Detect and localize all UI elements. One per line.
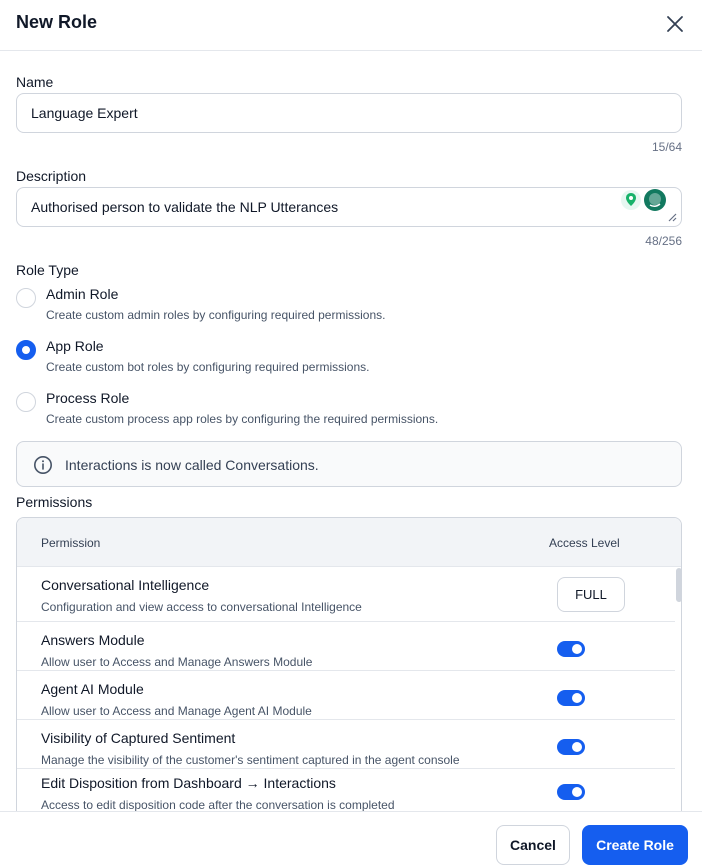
resize-handle-icon[interactable] <box>667 212 677 222</box>
chat-assistant-icon[interactable] <box>643 188 667 212</box>
table-row: Conversational Intelligence Configuratio… <box>17 567 675 622</box>
app-role-desc: Create custom bot roles by configuring r… <box>46 360 370 374</box>
cancel-button[interactable]: Cancel <box>496 825 570 865</box>
role-option-process[interactable]: Process Role Create custom process app r… <box>16 390 676 434</box>
captured-sentiment-toggle[interactable] <box>557 739 585 755</box>
permission-desc: Configuration and view access to convers… <box>41 600 362 614</box>
process-role-radio[interactable] <box>16 392 36 412</box>
permission-title: Edit Disposition from Dashboard → Intera… <box>41 775 336 791</box>
info-icon <box>34 456 52 474</box>
permissions-label: Permissions <box>16 494 93 510</box>
toggle-knob <box>572 644 582 654</box>
toggle-knob <box>572 787 582 797</box>
table-row: Visibility of Captured Sentiment Manage … <box>17 720 675 769</box>
agent-ai-module-toggle[interactable] <box>557 690 585 706</box>
name-label: Name <box>16 74 54 90</box>
table-row: Answers Module Allow user to Access and … <box>17 622 675 671</box>
role-type-label: Role Type <box>16 262 79 278</box>
location-pin-icon[interactable] <box>620 189 642 211</box>
description-textarea[interactable]: Authorised person to validate the NLP Ut… <box>16 187 682 227</box>
column-header-permission: Permission <box>41 536 101 550</box>
description-label: Description <box>16 168 87 184</box>
role-option-app[interactable]: App Role Create custom bot roles by conf… <box>16 338 676 382</box>
admin-role-title: Admin Role <box>46 286 119 302</box>
edit-disposition-toggle[interactable] <box>557 784 585 800</box>
scrollbar-thumb[interactable] <box>676 568 681 602</box>
permissions-table-header: Permission Access Level <box>17 518 681 567</box>
permission-title: Agent AI Module <box>41 681 144 697</box>
description-counter: 48/256 <box>645 234 682 248</box>
role-option-admin[interactable]: Admin Role Create custom admin roles by … <box>16 286 676 330</box>
toggle-knob <box>572 742 582 752</box>
access-level-full-button[interactable]: FULL <box>557 577 625 612</box>
app-role-radio[interactable] <box>16 340 36 360</box>
extension-icons <box>620 188 667 212</box>
dialog-title: New Role <box>16 12 98 32</box>
permission-desc: Access to edit disposition code after th… <box>41 798 395 812</box>
admin-role-desc: Create custom admin roles by configuring… <box>46 308 386 322</box>
admin-role-radio[interactable] <box>16 288 36 308</box>
close-button[interactable] <box>664 13 686 35</box>
process-role-title: Process Role <box>46 390 130 406</box>
column-header-access-level: Access Level <box>549 536 620 550</box>
table-row: Agent AI Module Allow user to Access and… <box>17 671 675 720</box>
info-banner: Interactions is now called Conversations… <box>16 441 682 487</box>
dialog-header: New Role <box>0 0 702 51</box>
permission-desc: Allow user to Access and Manage Answers … <box>41 655 313 669</box>
permission-title: Visibility of Captured Sentiment <box>41 730 236 746</box>
toggle-knob <box>572 693 582 703</box>
close-icon <box>667 16 683 32</box>
permission-title: Answers Module <box>41 632 145 648</box>
name-counter: 15/64 <box>651 140 682 154</box>
name-input[interactable]: Language Expert <box>16 93 682 133</box>
create-role-button[interactable]: Create Role <box>582 825 688 865</box>
permission-desc: Allow user to Access and Manage Agent AI… <box>41 704 312 718</box>
app-role-title: App Role <box>46 338 104 354</box>
permission-title: Conversational Intelligence <box>41 577 210 593</box>
permission-desc: Manage the visibility of the customer's … <box>41 753 460 767</box>
process-role-desc: Create custom process app roles by confi… <box>46 412 439 426</box>
info-text: Interactions is now called Conversations… <box>65 457 319 473</box>
dialog-footer: Cancel Create Role <box>0 811 702 867</box>
answers-module-toggle[interactable] <box>557 641 585 657</box>
